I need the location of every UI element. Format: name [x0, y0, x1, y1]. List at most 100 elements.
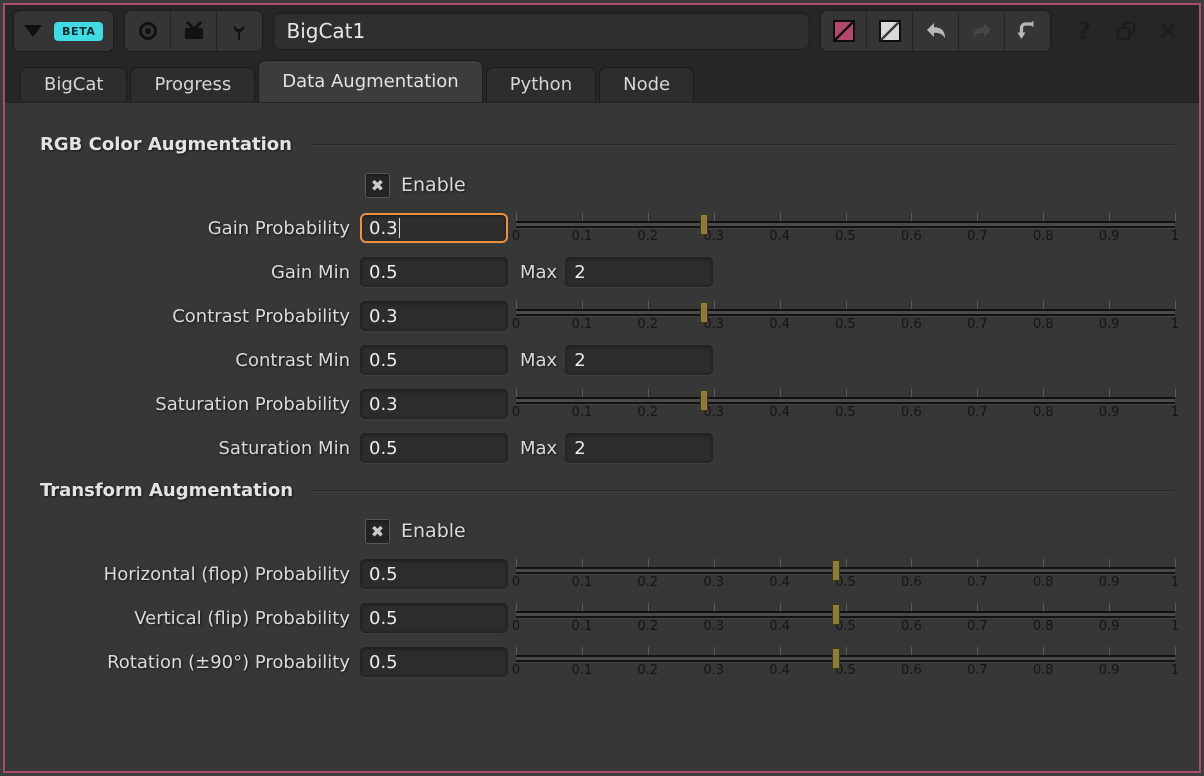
contrast-min-input[interactable] — [360, 345, 508, 375]
tab-data-augmentation[interactable]: Data Augmentation — [258, 60, 482, 102]
slider-tick — [714, 603, 715, 611]
contrast-minmax-row: Contrast Min Max — [5, 345, 1199, 375]
saturation-probability-input[interactable] — [360, 389, 508, 419]
slider-tick-label: 0.2 — [637, 317, 658, 332]
slider-tick — [516, 213, 517, 221]
gain-min-input[interactable] — [360, 257, 508, 287]
slider-handle[interactable] — [700, 302, 708, 323]
rotation-slider[interactable]: 00.10.20.30.40.50.60.70.80.91 — [516, 647, 1175, 681]
slider-tick-label: 0.3 — [703, 575, 724, 590]
contrast-probability-input[interactable] — [360, 301, 508, 331]
slider-tick-label: 0.6 — [901, 405, 922, 420]
slider-track[interactable] — [516, 221, 1175, 228]
vertical-flip-input[interactable] — [360, 603, 508, 633]
gain-probability-slider[interactable]: 00.10.20.30.40.50.60.70.80.91 — [516, 213, 1175, 247]
help-button[interactable]: ? — [1067, 13, 1101, 49]
slider-track[interactable] — [516, 611, 1175, 618]
slider-tick-label: 0 — [512, 619, 520, 634]
slider-tick-label: 1 — [1171, 229, 1179, 244]
slider-tick — [1043, 647, 1044, 655]
tab-bigcat[interactable]: BigCat — [20, 67, 127, 101]
slider-tick — [648, 559, 649, 567]
slider-track[interactable] — [516, 567, 1175, 574]
vertical-flip-slider[interactable]: 00.10.20.30.40.50.60.70.80.91 — [516, 603, 1175, 637]
tab-node[interactable]: Node — [599, 67, 694, 101]
slider-handle[interactable] — [832, 604, 840, 625]
redo-button[interactable] — [959, 11, 1005, 51]
section-title: RGB Color Augmentation — [40, 134, 292, 155]
slider-tick — [1109, 301, 1110, 309]
horizontal-flop-row: Horizontal (flop) Probability 00.10.20.3… — [5, 559, 1199, 589]
slider-tick — [582, 647, 583, 655]
slider-tick-label: 0.4 — [769, 575, 790, 590]
contrast-probability-slider[interactable]: 00.10.20.30.40.50.60.70.80.91 — [516, 301, 1175, 335]
slider-handle[interactable] — [700, 390, 708, 411]
slider-tick-label: 0.7 — [967, 619, 988, 634]
slider-tick — [1109, 389, 1110, 397]
dropdown-triangle-icon[interactable] — [24, 25, 42, 37]
param-label: Contrast Probability — [5, 306, 360, 327]
settings-button[interactable] — [217, 11, 262, 51]
gl-color-button[interactable] — [867, 11, 913, 51]
checkbox-x-icon: ✖ — [371, 522, 384, 541]
node-color-swatch-icon — [832, 19, 856, 43]
slider-tick-label: 0.1 — [572, 405, 593, 420]
saturation-probability-slider[interactable]: 00.10.20.30.40.50.60.70.80.91 — [516, 389, 1175, 423]
float-window-button[interactable] — [1109, 13, 1143, 49]
slider-tick — [846, 559, 847, 567]
gain-max-input[interactable] — [565, 257, 713, 287]
gain-probability-input[interactable]: 0.3 — [360, 213, 508, 243]
section-divider — [311, 490, 1175, 491]
gain-minmax-row: Gain Min Max — [5, 257, 1199, 287]
slider-tick-label: 0.6 — [901, 663, 922, 678]
slider-tick — [1109, 213, 1110, 221]
saturation-min-input[interactable] — [360, 433, 508, 463]
slider-tick — [582, 301, 583, 309]
slider-track[interactable] — [516, 309, 1175, 316]
saturation-probability-row: Saturation Probability 00.10.20.30.40.50… — [5, 389, 1199, 419]
rgb-enable-checkbox[interactable]: ✖ — [365, 173, 390, 198]
node-name-input[interactable] — [273, 12, 810, 50]
slider-tick — [911, 603, 912, 611]
transform-enable-checkbox[interactable]: ✖ — [365, 519, 390, 544]
param-label: Horizontal (flop) Probability — [5, 564, 360, 585]
slider-tick-label: 0.2 — [637, 619, 658, 634]
slider-tick-label: 0.2 — [637, 663, 658, 678]
node-color-button[interactable] — [821, 11, 867, 51]
slider-tick — [846, 301, 847, 309]
slider-handle[interactable] — [832, 648, 840, 669]
slider-tick-label: 0.7 — [967, 229, 988, 244]
saturation-max-input[interactable] — [565, 433, 713, 463]
slider-tick-label: 1 — [1171, 317, 1179, 332]
wrench-icon — [229, 20, 251, 42]
slider-handle[interactable] — [700, 214, 708, 235]
gl-color-swatch-icon — [878, 19, 902, 43]
tab-progress[interactable]: Progress — [130, 67, 255, 101]
slider-tick-label: 0.8 — [1033, 575, 1054, 590]
horizontal-flop-input[interactable] — [360, 559, 508, 589]
tab-python[interactable]: Python — [486, 67, 596, 101]
gain-probability-row: Gain Probability 0.3 00.10.20.30.40.50.6… — [5, 213, 1199, 243]
slider-tick-label: 0 — [512, 317, 520, 332]
slider-tick-label: 0.9 — [1099, 405, 1120, 420]
revert-button[interactable] — [1005, 11, 1050, 51]
undo-button[interactable] — [913, 11, 959, 51]
slider-track[interactable] — [516, 655, 1175, 662]
slider-track[interactable] — [516, 397, 1175, 404]
param-label: Gain Probability — [5, 218, 360, 239]
horizontal-flop-slider[interactable]: 00.10.20.30.40.50.60.70.80.91 — [516, 559, 1175, 593]
contrast-max-input[interactable] — [565, 345, 713, 375]
param-label: Saturation Min — [5, 438, 360, 459]
rotation-input[interactable] — [360, 647, 508, 677]
slider-handle[interactable] — [832, 560, 840, 581]
slider-tick-label: 1 — [1171, 619, 1179, 634]
close-button[interactable]: × — [1151, 13, 1185, 49]
center-node-button[interactable] — [125, 11, 171, 51]
monitor-button[interactable] — [171, 11, 217, 51]
slider-tick — [1043, 559, 1044, 567]
slider-tick — [911, 213, 912, 221]
slider-tick — [582, 603, 583, 611]
slider-tick — [780, 213, 781, 221]
slider-tick — [780, 389, 781, 397]
slider-tick — [648, 389, 649, 397]
